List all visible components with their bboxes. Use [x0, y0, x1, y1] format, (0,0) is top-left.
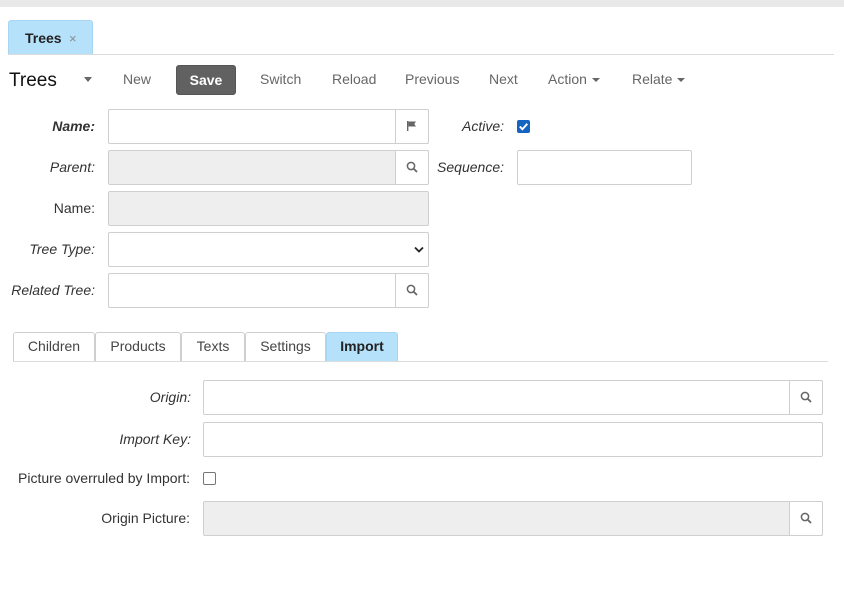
tab-products[interactable]: Products	[95, 332, 181, 361]
action-menu-label: Action	[548, 71, 587, 87]
sequence-label: Sequence:	[437, 159, 504, 175]
related-tree-label: Related Tree:	[11, 282, 95, 298]
reload-button[interactable]: Reload	[332, 71, 376, 87]
sequence-field[interactable]	[517, 150, 692, 185]
tab-children[interactable]: Children	[13, 332, 95, 361]
action-menu-button[interactable]: Action	[548, 71, 600, 87]
toolbar: Trees New Save Switch Reload Previous Ne…	[0, 62, 844, 98]
document-tab-label: Trees	[25, 30, 62, 46]
save-button[interactable]: Save	[176, 65, 236, 95]
new-button[interactable]: New	[123, 71, 151, 87]
relate-menu-button[interactable]: Relate	[632, 71, 686, 87]
record-name-label: Name:	[53, 200, 95, 216]
origin-field[interactable]	[203, 380, 823, 415]
origin-picture-search-button[interactable]	[789, 501, 823, 536]
next-button[interactable]: Next	[489, 71, 518, 87]
switch-button[interactable]: Switch	[260, 71, 301, 87]
document-tab-bar: Trees ×	[8, 18, 834, 55]
related-tree-search-button[interactable]	[395, 273, 429, 308]
caret-down-icon	[591, 78, 600, 83]
document-tab-trees[interactable]: Trees ×	[8, 20, 93, 54]
relate-menu-label: Relate	[632, 71, 673, 87]
close-icon[interactable]: ×	[69, 31, 77, 46]
tab-import[interactable]: Import	[326, 332, 398, 361]
subtab-bar: Children Products Texts Settings Import	[13, 332, 828, 362]
origin-picture-label: Origin Picture:	[101, 510, 190, 526]
tree-type-label: Tree Type:	[29, 241, 95, 257]
translate-flag-button[interactable]	[395, 109, 429, 144]
origin-search-button[interactable]	[789, 380, 823, 415]
active-checkbox[interactable]	[517, 120, 530, 133]
previous-button[interactable]: Previous	[405, 71, 459, 87]
tab-settings[interactable]: Settings	[245, 332, 326, 361]
page-title: Trees	[9, 70, 57, 91]
import-key-field[interactable]	[203, 422, 823, 457]
record-name-field	[108, 191, 429, 226]
origin-label: Origin:	[149, 389, 191, 405]
picture-overruled-label: Picture overruled by Import:	[18, 470, 190, 486]
origin-picture-field	[203, 501, 823, 536]
search-icon	[800, 391, 812, 403]
flag-icon	[407, 121, 416, 131]
caret-down-icon[interactable]	[84, 77, 92, 82]
name-label: Name:	[52, 118, 95, 134]
tree-type-select[interactable]	[108, 232, 429, 267]
caret-down-icon	[677, 78, 686, 83]
search-icon	[406, 161, 418, 173]
parent-label: Parent:	[49, 159, 95, 175]
picture-overruled-checkbox[interactable]	[203, 472, 216, 485]
top-strip	[0, 0, 844, 7]
related-tree-field[interactable]	[108, 273, 429, 308]
search-icon	[406, 284, 418, 296]
import-key-label: Import Key:	[119, 431, 191, 447]
parent-search-button[interactable]	[395, 150, 429, 185]
name-field[interactable]	[108, 109, 429, 144]
checkmark-icon	[519, 123, 529, 131]
tab-texts[interactable]: Texts	[181, 332, 245, 361]
active-label: Active:	[461, 118, 504, 134]
parent-field[interactable]	[108, 150, 429, 185]
search-icon	[800, 512, 812, 524]
chevron-down-icon	[414, 246, 424, 253]
